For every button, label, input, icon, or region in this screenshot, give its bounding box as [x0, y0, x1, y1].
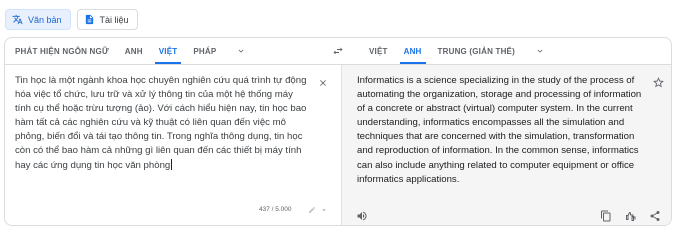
translation-panel: Informatics is a science specializing in… — [341, 65, 671, 225]
source-language-tabs: PHÁT HIỆN NGÔN NGỮ ANH VIỆT PHÁP — [15, 38, 252, 64]
tab-target-english[interactable]: ANH — [396, 38, 430, 64]
source-panel: Tin học là một ngành khoa học chuyên ngh… — [5, 65, 341, 225]
rate-translation-button[interactable] — [624, 209, 638, 223]
language-bar: PHÁT HIỆN NGÔN NGỮ ANH VIỆT PHÁP VIỆT AN… — [5, 38, 671, 65]
text-cursor — [171, 158, 173, 170]
swap-languages-button[interactable] — [330, 44, 346, 58]
copy-translation-button[interactable] — [599, 209, 613, 223]
tab-target-vietnamese[interactable]: VIỆT — [361, 38, 396, 64]
share-translation-button[interactable] — [648, 209, 662, 223]
input-tools-dropdown[interactable] — [319, 205, 329, 215]
document-icon — [85, 14, 93, 25]
text-mode-button[interactable]: Văn bản — [5, 9, 71, 30]
share-icon — [650, 211, 660, 221]
close-icon — [320, 80, 326, 86]
copy-icon — [601, 210, 611, 222]
source-language-dropdown[interactable] — [230, 38, 252, 64]
character-count: 437 / 5.000 — [259, 206, 292, 213]
input-tools-button[interactable] — [307, 205, 317, 215]
text-mode-label: Văn bản — [28, 14, 62, 25]
tab-source-english[interactable]: ANH — [117, 38, 151, 64]
translate-icon — [12, 14, 23, 25]
star-icon — [653, 77, 664, 88]
save-translation-button[interactable] — [652, 76, 666, 90]
thumbs-feedback-icon — [626, 211, 636, 221]
target-language-tabs: VIỆT ANH TRUNG (GIẢN THỂ) — [361, 38, 551, 64]
source-text-input[interactable]: Tin học là một ngành khoa học chuyên ngh… — [15, 74, 307, 173]
translator-card: PHÁT HIỆN NGÔN NGỮ ANH VIỆT PHÁP VIỆT AN… — [4, 37, 672, 226]
chevron-down-icon — [537, 49, 543, 53]
tab-source-french[interactable]: PHÁP — [185, 38, 224, 64]
caret-down-icon — [322, 209, 326, 211]
document-mode-button[interactable]: Tài liệu — [76, 9, 138, 30]
speaker-icon — [357, 211, 367, 221]
tab-detect-language[interactable]: PHÁT HIỆN NGÔN NGỮ — [15, 38, 117, 64]
target-language-dropdown[interactable] — [529, 38, 551, 64]
source-text: Tin học là một ngành khoa học chuyên ngh… — [15, 75, 310, 171]
tab-target-chinese-simplified[interactable]: TRUNG (GIẢN THỂ) — [430, 38, 523, 64]
translated-text: Informatics is a science specializing in… — [357, 75, 642, 185]
listen-translation-button[interactable] — [355, 209, 369, 223]
swap-icon — [333, 47, 343, 55]
clear-source-button[interactable] — [317, 77, 329, 89]
tab-source-vietnamese[interactable]: VIỆT — [151, 38, 186, 64]
chevron-down-icon — [238, 49, 244, 53]
document-mode-label: Tài liệu — [99, 14, 129, 25]
mode-switcher: Văn bản Tài liệu — [5, 9, 138, 30]
pencil-icon — [309, 206, 316, 213]
